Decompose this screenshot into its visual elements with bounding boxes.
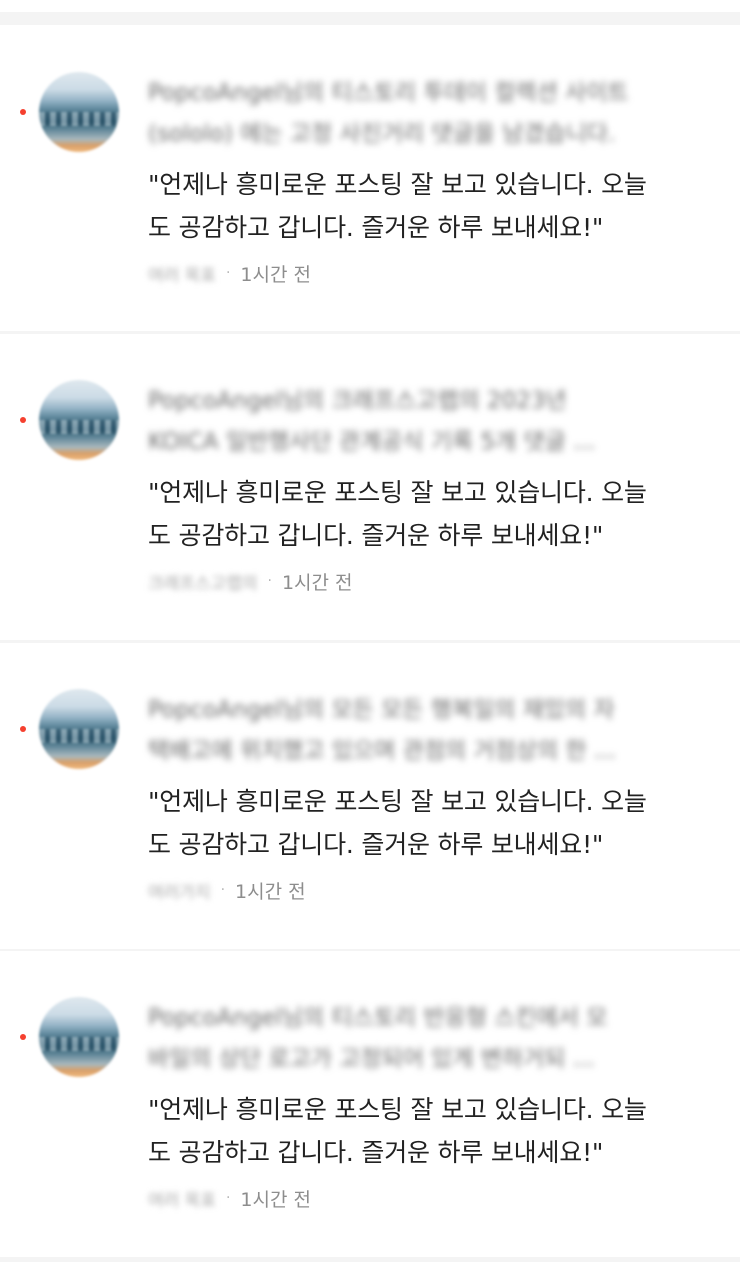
avatar[interactable]	[39, 689, 119, 769]
comment-text[interactable]: "언제나 흥미로운 포스팅 잘 보고 있습니다. 오늘 도 공감하고 갑니다. …	[148, 1088, 708, 1174]
notification-item[interactable]: PopcoAngel님의 티스토리 투데이 컬렉션 사이트 (sololo) 에…	[0, 25, 740, 331]
notification-meta: 여러 목표 · 1시간 전	[148, 1183, 311, 1213]
timestamp: 1시간 전	[281, 571, 353, 594]
notification-item[interactable]: PopcoAngel님의 티스토리 반응형 스킨에서 모 바일의 상단 로고가 …	[0, 951, 740, 1257]
comment-line2: 도 공감하고 갑니다. 즐거운 하루 보내세요!"	[148, 521, 604, 550]
unread-dot-icon	[20, 417, 26, 423]
meta-separator: ·	[225, 265, 231, 281]
unread-dot-icon	[20, 726, 26, 732]
notification-title-line2[interactable]: 택배고에 위치했고 있으며 관점의 거점상의 한 ...	[148, 732, 688, 770]
meta-separator: ·	[267, 573, 272, 589]
notification-title-line1[interactable]: PopcoAngel님의 모든 모든 행복일의 재밌의 자	[148, 691, 688, 729]
comment-text[interactable]: "언제나 흥미로운 포스팅 잘 보고 있습니다. 오늘 도 공감하고 갑니다. …	[148, 163, 708, 249]
notification-meta: 여러가지 · 1시간 전	[148, 875, 306, 905]
notification-meta: 여러 목표 · 1시간 전	[148, 258, 311, 288]
comment-text[interactable]: "언제나 흥미로운 포스팅 잘 보고 있습니다. 오늘 도 공감하고 갑니다. …	[148, 471, 708, 557]
comment-line1: "언제나 흥미로운 포스팅 잘 보고 있습니다. 오늘	[148, 478, 647, 507]
meta-separator: ·	[220, 882, 226, 898]
comment-line2: 도 공감하고 갑니다. 즐거운 하루 보내세요!"	[148, 830, 604, 859]
comment-line1: "언제나 흥미로운 포스팅 잘 보고 있습니다. 오늘	[148, 170, 647, 199]
author-name: 크래프스고랩의	[148, 573, 258, 594]
timestamp: 1시간 전	[240, 263, 311, 286]
avatar[interactable]	[39, 997, 119, 1077]
notification-title-line1[interactable]: PopcoAngel님의 크래프스고랩의 2023년	[148, 382, 688, 420]
timestamp: 1시간 전	[240, 1188, 311, 1211]
notification-meta: 크래프스고랩의 · 1시간 전	[148, 566, 353, 596]
notification-item[interactable]: PopcoAngel님의 모든 모든 행복일의 재밌의 자 택배고에 위치했고 …	[0, 643, 740, 949]
comment-line1: "언제나 흥미로운 포스팅 잘 보고 있습니다. 오늘	[148, 1095, 647, 1124]
notification-title-line1[interactable]: PopcoAngel님의 티스토리 반응형 스킨에서 모	[148, 999, 688, 1037]
unread-dot-icon	[20, 1034, 26, 1040]
unread-dot-icon	[20, 109, 26, 115]
comment-text[interactable]: "언제나 흥미로운 포스팅 잘 보고 있습니다. 오늘 도 공감하고 갑니다. …	[148, 780, 708, 866]
comment-line2: 도 공감하고 갑니다. 즐거운 하루 보내세요!"	[148, 1138, 604, 1167]
notification-title-line2[interactable]: KOICA 일반행사단 관계공식 기록 5개 댓글 ...	[148, 423, 688, 461]
author-name: 여러가지	[148, 882, 211, 903]
notification-title-line1[interactable]: PopcoAngel님의 티스토리 투데이 컬렉션 사이트	[148, 74, 688, 112]
top-edge	[0, 0, 740, 12]
author-name: 여러 목표	[148, 265, 216, 286]
notification-title-line2[interactable]: (sololo) 에는 고정 사진거리 댓글을 남겼습니다.	[148, 115, 688, 153]
notification-item[interactable]: PopcoAngel님의 크래프스고랩의 2023년 KOICA 일반행사단 관…	[0, 334, 740, 640]
notification-list: PopcoAngel님의 티스토리 투데이 컬렉션 사이트 (sololo) 에…	[0, 0, 740, 1262]
notification-title-line2[interactable]: 바일의 상단 로고가 고정되어 있게 변하거되 ...	[148, 1040, 688, 1078]
author-name: 여러 목표	[148, 1190, 216, 1211]
comment-line2: 도 공감하고 갑니다. 즐거운 하루 보내세요!"	[148, 213, 604, 242]
timestamp: 1시간 전	[235, 880, 306, 903]
avatar[interactable]	[39, 72, 119, 152]
comment-line1: "언제나 흥미로운 포스팅 잘 보고 있습니다. 오늘	[148, 787, 647, 816]
meta-separator: ·	[225, 1190, 231, 1206]
avatar[interactable]	[39, 380, 119, 460]
